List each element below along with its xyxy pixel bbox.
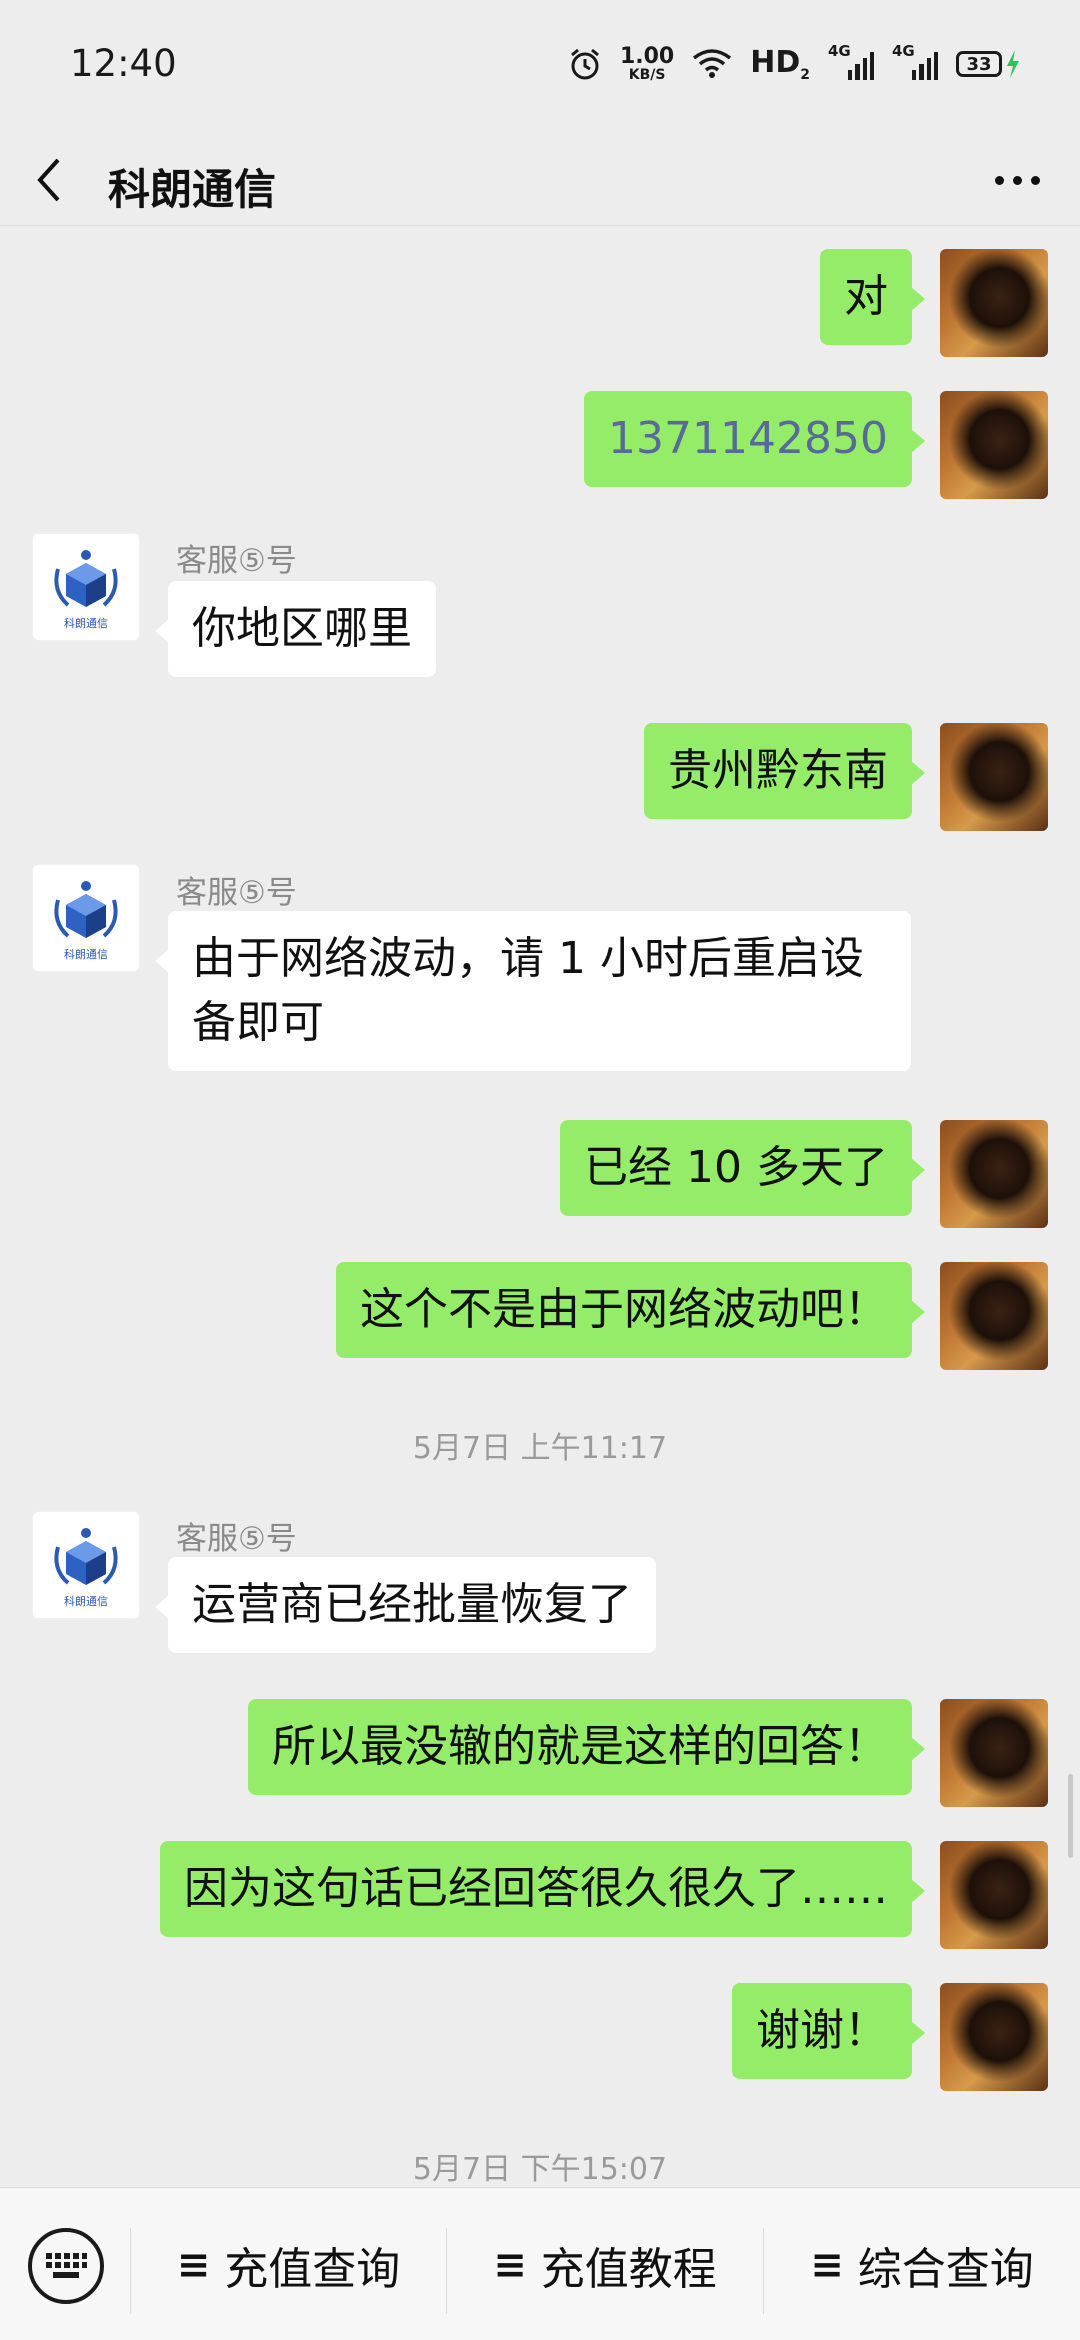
menu-recharge-tutorial[interactable]: ≡ 充值教程: [447, 2188, 763, 2340]
status-icons: 1.00 KB/S HD2 4G 4G 33: [568, 42, 1020, 84]
message-bubble[interactable]: 这个不是由于网络波动吧！: [336, 1262, 925, 1358]
sender-name: 客服⑤号: [176, 875, 297, 911]
menu-general-query[interactable]: ≡ 综合查询: [764, 2188, 1080, 2340]
phone-number-link[interactable]: 1371142850: [584, 391, 925, 487]
network-speed: 1.00 KB/S: [619, 44, 675, 83]
company-logo: 科朗通信: [54, 1528, 118, 1608]
timestamp: 5月7日 下午15:07: [412, 2152, 668, 2187]
back-button[interactable]: [34, 134, 74, 226]
status-time: 12:40: [70, 42, 177, 85]
chat-area[interactable]: 对 1371142850 科朗通信 客服⑤号 你地区哪里 贵州黔东南 科朗通信 …: [0, 227, 1080, 2187]
sender-name: 客服⑤号: [176, 543, 297, 579]
wifi-icon: [693, 49, 732, 78]
alarm-icon: [570, 48, 599, 80]
menu-recharge-query[interactable]: ≡ 充值查询: [131, 2188, 446, 2340]
service-avatar[interactable]: 科朗通信: [32, 864, 140, 972]
logo-text: 科朗通信: [64, 947, 108, 961]
company-logo: 科朗通信: [54, 550, 118, 630]
logo-text: 科朗通信: [64, 1594, 108, 1608]
user-avatar[interactable]: [940, 1262, 1048, 1370]
more-button[interactable]: [995, 134, 1040, 226]
keyboard-button[interactable]: [28, 2228, 104, 2304]
logo-text: 科朗通信: [64, 616, 108, 630]
message-bubble[interactable]: 运营商已经批量恢复了: [155, 1557, 656, 1653]
message-bubble[interactable]: 谢谢！: [732, 1983, 925, 2079]
sender-name: 客服⑤号: [176, 1521, 297, 1557]
message-bubble[interactable]: 由于网络波动，请 1 小时后重启设备即可: [155, 911, 911, 1071]
user-avatar[interactable]: [940, 1699, 1048, 1807]
keyboard-icon: [46, 2253, 87, 2278]
user-avatar[interactable]: [940, 249, 1048, 357]
menu-label: 综合查询: [857, 2243, 1034, 2295]
more-dots-icon: [995, 175, 1040, 185]
timestamp: 5月7日 上午11:17: [412, 1431, 668, 1466]
user-avatar[interactable]: [940, 391, 1048, 499]
bottom-menu: ≡ 充值查询 ≡ 充值教程 ≡ 综合查询: [0, 2187, 1080, 2340]
menu-label: 充值教程: [540, 2243, 717, 2295]
page-title: 科朗通信: [108, 165, 277, 214]
menu-icon: ≡: [493, 2241, 527, 2288]
user-avatar[interactable]: [940, 1983, 1048, 2091]
signal-icon: 4G: [828, 42, 874, 80]
message-bubble[interactable]: 所以最没辙的就是这样的回答！: [248, 1699, 925, 1795]
company-logo: 科朗通信: [54, 881, 118, 961]
menu-label: 充值查询: [224, 2243, 401, 2295]
user-avatar[interactable]: [940, 1841, 1048, 1949]
menu-icon: ≡: [176, 2241, 211, 2288]
message-bubble[interactable]: 对: [820, 249, 925, 345]
service-avatar[interactable]: 科朗通信: [32, 533, 140, 641]
title-bar: 科朗通信: [0, 134, 1080, 226]
message-bubble[interactable]: 已经 10 多天了: [560, 1120, 925, 1216]
menu-icon: ≡: [810, 2241, 844, 2288]
scrollbar[interactable]: [1068, 1774, 1073, 1858]
charging-icon: [1007, 50, 1019, 78]
user-avatar[interactable]: [940, 723, 1048, 831]
message-bubble[interactable]: 因为这句话已经回答很久很久了……: [160, 1841, 925, 1937]
user-avatar[interactable]: [940, 1120, 1048, 1228]
service-avatar[interactable]: 科朗通信: [32, 1511, 140, 1619]
chevron-left-icon: [37, 158, 60, 202]
battery-icon: 33: [956, 50, 1020, 78]
signal-icon-2: 4G: [892, 42, 938, 80]
message-bubble[interactable]: 你地区哪里: [155, 581, 436, 677]
status-bar: 12:40 1.00 KB/S HD2 4G 4G 33: [0, 0, 1080, 134]
hd-indicator: HD2: [750, 45, 810, 83]
message-bubble[interactable]: 贵州黔东南: [644, 723, 925, 819]
